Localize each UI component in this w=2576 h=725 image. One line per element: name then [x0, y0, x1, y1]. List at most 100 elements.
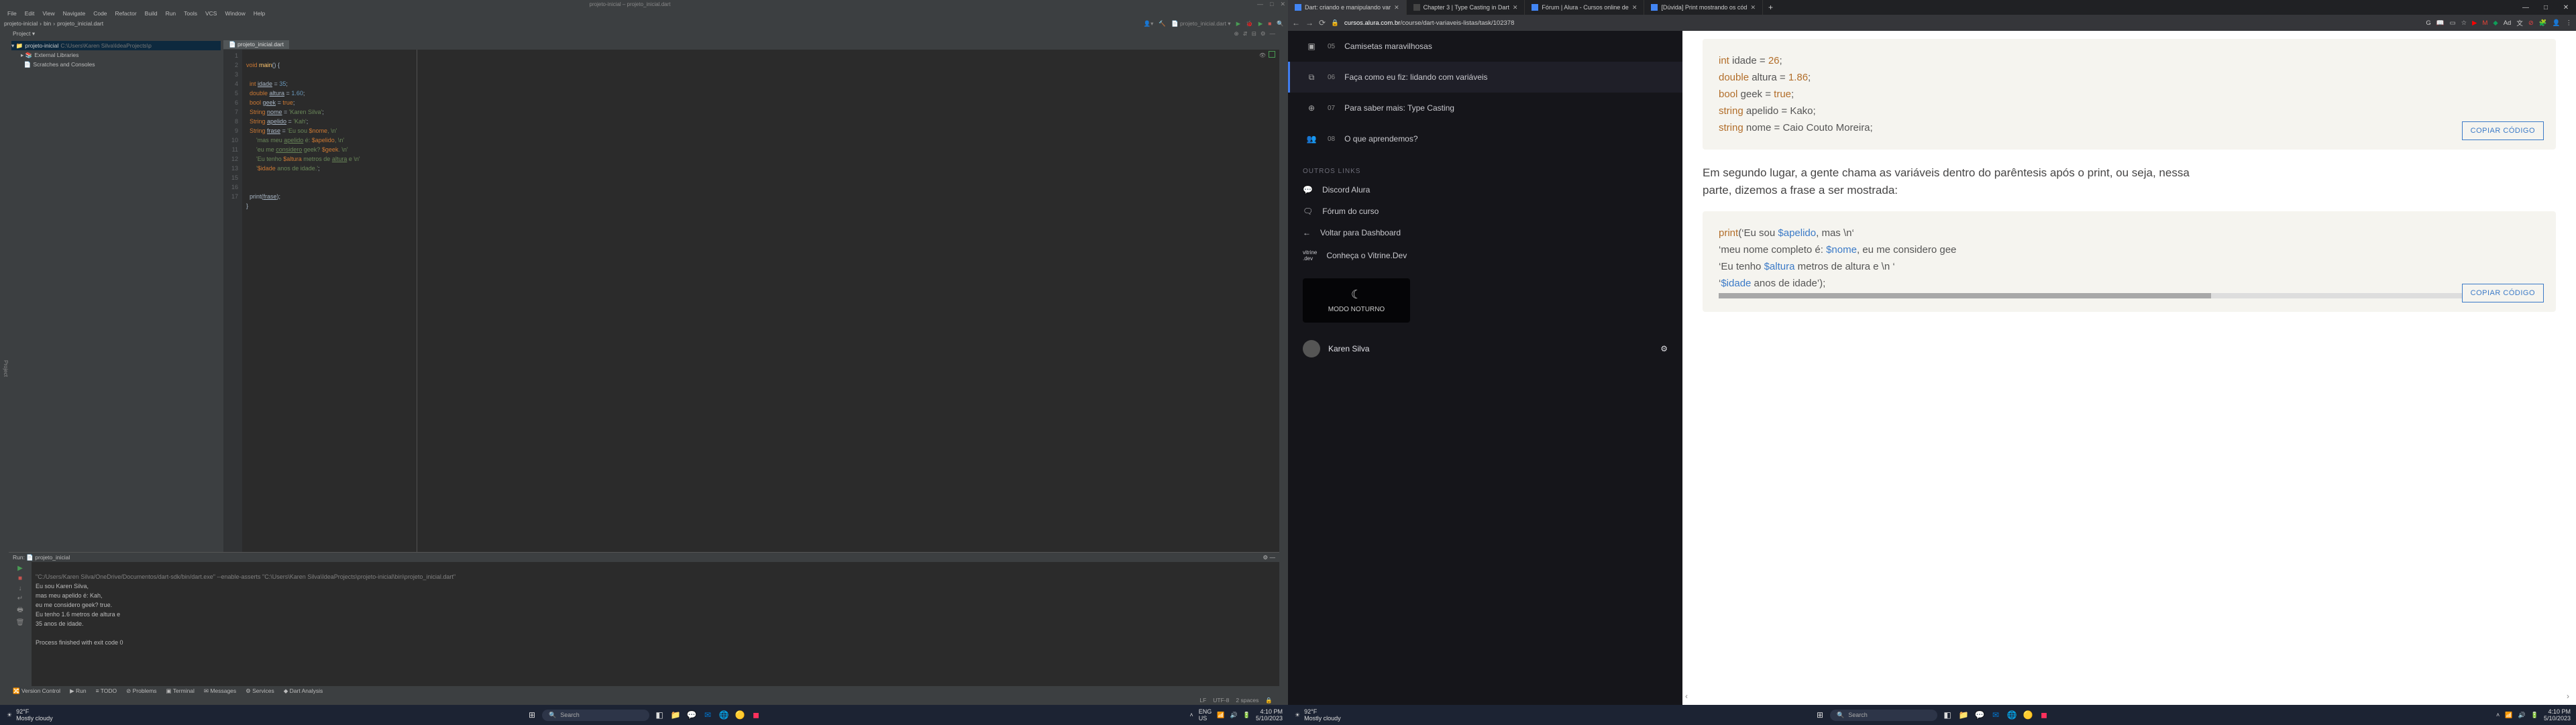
- browser-menu-icon[interactable]: ⋮: [2566, 19, 2573, 27]
- tool-run[interactable]: ▶ Run: [70, 687, 87, 695]
- tool-todo[interactable]: ≡ TODO: [96, 687, 117, 695]
- tray-wifi-icon[interactable]: 📶: [1217, 712, 1224, 719]
- tool-terminal[interactable]: ▣ Terminal: [166, 687, 195, 695]
- tray-battery-icon[interactable]: 🔋: [1243, 712, 1250, 719]
- weather-widget[interactable]: 92°FMostly cloudy: [1304, 708, 1341, 722]
- sidebar-link-forum[interactable]: 🗨Fórum do curso: [1288, 201, 1682, 222]
- select-open-file-icon[interactable]: ⊕: [1234, 30, 1239, 38]
- sidebar-item[interactable]: ⊕ 07 Para saber mais: Type Casting: [1288, 93, 1682, 123]
- status-encoding[interactable]: UTF-8: [1213, 697, 1229, 704]
- search-icon[interactable]: 🔍: [1277, 20, 1284, 27]
- close-tab-icon[interactable]: ✕: [1394, 4, 1399, 11]
- taskbar-search[interactable]: 🔍 Search: [542, 710, 649, 721]
- forward-icon[interactable]: →: [1305, 18, 1313, 27]
- tray-battery-icon[interactable]: 🔋: [2531, 712, 2538, 719]
- tray-chevron-icon[interactable]: ˄: [1190, 712, 1193, 718]
- page-prev-icon[interactable]: ‹: [1685, 691, 1688, 701]
- address-bar[interactable]: cursos.alura.com.br/course/dart-variavei…: [1344, 19, 2421, 27]
- ext-extensions-icon[interactable]: 🧩: [2539, 19, 2547, 27]
- run-config-name[interactable]: projeto_inicial: [35, 554, 70, 561]
- tool-problems[interactable]: ⊘ Problems: [126, 687, 156, 695]
- clear-icon[interactable]: 🗑: [16, 619, 25, 626]
- back-icon[interactable]: ←: [1292, 18, 1300, 27]
- reload-icon[interactable]: ⟳: [1319, 18, 1326, 27]
- sidebar-link-dashboard[interactable]: ←Voltar para Dashboard: [1288, 222, 1682, 243]
- ext-translate2-icon[interactable]: 文: [2516, 18, 2523, 27]
- browser-minimize-icon[interactable]: —: [2516, 4, 2536, 11]
- status-lock-icon[interactable]: 🔒: [1265, 697, 1273, 704]
- run-settings-icon[interactable]: ⚙: [1263, 554, 1269, 561]
- intellij-icon[interactable]: ◼: [750, 709, 762, 721]
- status-indent[interactable]: 2 spaces: [1236, 697, 1258, 704]
- task-view-icon[interactable]: ◧: [653, 709, 665, 721]
- menu-navigate[interactable]: Navigate: [60, 10, 89, 17]
- breadcrumb-project[interactable]: projeto-inicial: [4, 20, 38, 27]
- tree-root[interactable]: ▾ 📁 projeto-inicial C:\Users\Karen Silva…: [11, 41, 221, 50]
- sidebar-link-vitrine[interactable]: vitrine.devConheça o Vitrine.Dev: [1288, 243, 1682, 268]
- tree-external-libraries[interactable]: ▸ 📚 External Libraries: [11, 50, 221, 60]
- right-tool-rail[interactable]: [1279, 29, 1288, 705]
- project-tree[interactable]: ▾ 📁 projeto-inicial C:\Users\Karen Silva…: [9, 39, 223, 552]
- browser-tab[interactable]: Dart: criando e manipulando var✕: [1288, 0, 1407, 15]
- close-tab-icon[interactable]: ✕: [1632, 4, 1638, 11]
- taskbar-clock[interactable]: 4:10 PM5/10/2023: [2544, 708, 2571, 722]
- tray-chevron-icon[interactable]: ˄: [2496, 712, 2500, 718]
- edge-icon[interactable]: 🌐: [2006, 709, 2018, 721]
- tool-dart-analysis[interactable]: ◆ Dart Analysis: [284, 687, 323, 695]
- menu-tools[interactable]: Tools: [180, 10, 201, 17]
- start-icon[interactable]: ⊞: [1814, 709, 1826, 721]
- task-view-icon[interactable]: ◧: [1941, 709, 1953, 721]
- tool-messages[interactable]: ✉ Messages: [204, 687, 236, 695]
- scroll-down-icon[interactable]: ↓: [19, 585, 22, 592]
- profile-avatar-icon[interactable]: 👤: [2553, 19, 2561, 27]
- run-button-icon[interactable]: ▶: [1236, 20, 1241, 27]
- status-lf[interactable]: LF: [1199, 697, 1206, 704]
- browser-maximize-icon[interactable]: □: [2536, 4, 2556, 11]
- browser-close-icon[interactable]: ✕: [2556, 4, 2576, 11]
- tray-lang[interactable]: ENGUS: [1199, 708, 1212, 722]
- sidebar-item[interactable]: 👥 08 O que aprendemos?: [1288, 123, 1682, 154]
- browser-tab[interactable]: Chapter 3 | Type Casting in Dart✕: [1407, 0, 1525, 15]
- print-icon[interactable]: 🖶: [17, 605, 23, 616]
- explorer-icon[interactable]: 📁: [1957, 709, 1970, 721]
- browser-tab[interactable]: [Dúvida] Print mostrando os cód✕: [1644, 0, 1763, 15]
- ext-adblock-icon[interactable]: ⊘: [2528, 19, 2534, 27]
- start-icon[interactable]: ⊞: [526, 709, 538, 721]
- night-mode-toggle[interactable]: ☾ MODO NOTURNO: [1303, 278, 1410, 323]
- expand-all-icon[interactable]: ⇵: [1243, 30, 1248, 38]
- mail-icon[interactable]: ✉: [1990, 709, 2002, 721]
- project-tool-label[interactable]: Project: [13, 30, 30, 37]
- tray-volume-icon[interactable]: 🔊: [2518, 712, 2526, 719]
- editor-code[interactable]: void main() { int idade = 35; double alt…: [242, 50, 1279, 552]
- maximize-icon[interactable]: □: [1270, 1, 1273, 8]
- page-next-icon[interactable]: ›: [2567, 691, 2569, 701]
- horizontal-scrollbar[interactable]: [1719, 293, 2540, 298]
- chrome-icon[interactable]: 🟡: [2022, 709, 2034, 721]
- breadcrumb-file[interactable]: projeto_inicial.dart: [57, 20, 103, 27]
- copy-code-button[interactable]: COPIAR CÓDIGO: [2462, 121, 2544, 140]
- breadcrumb-folder[interactable]: bin: [44, 20, 51, 27]
- settings-icon[interactable]: ⚙: [1260, 30, 1266, 38]
- ext-ad-icon[interactable]: Ad: [2504, 19, 2512, 27]
- stop-icon[interactable]: ■: [1268, 20, 1271, 27]
- new-tab-button[interactable]: +: [1763, 3, 1778, 12]
- coverage-run-icon[interactable]: ▶: [1258, 20, 1263, 27]
- soft-wrap-icon[interactable]: ↵: [17, 595, 23, 602]
- menu-help[interactable]: Help: [250, 10, 268, 17]
- course-content[interactable]: int idade = 26; double altura = 1.86; bo…: [1682, 31, 2576, 705]
- code-editor[interactable]: 👁 12345678910111213151617 void main() { …: [223, 50, 1279, 552]
- menu-code[interactable]: Code: [90, 10, 110, 17]
- chrome-icon[interactable]: 🟡: [734, 709, 746, 721]
- explorer-icon[interactable]: 📁: [669, 709, 682, 721]
- ext-youtube-icon[interactable]: ▶: [2472, 19, 2477, 27]
- sidebar-link-discord[interactable]: 💬Discord Alura: [1288, 179, 1682, 201]
- run-hide-icon[interactable]: —: [1270, 554, 1276, 561]
- editor-tab[interactable]: 📄 projeto_inicial.dart: [223, 40, 289, 49]
- menu-build[interactable]: Build: [142, 10, 161, 17]
- close-icon[interactable]: ✕: [1280, 1, 1285, 8]
- ext-star-icon[interactable]: ☆: [2461, 19, 2467, 27]
- close-tab-icon[interactable]: ✕: [1513, 4, 1518, 11]
- copy-code-button[interactable]: COPIAR CÓDIGO: [2462, 284, 2544, 302]
- sidebar-item[interactable]: ▣ 05 Camisetas maravilhosas: [1288, 31, 1682, 62]
- project-tool-button[interactable]: Project: [0, 29, 9, 705]
